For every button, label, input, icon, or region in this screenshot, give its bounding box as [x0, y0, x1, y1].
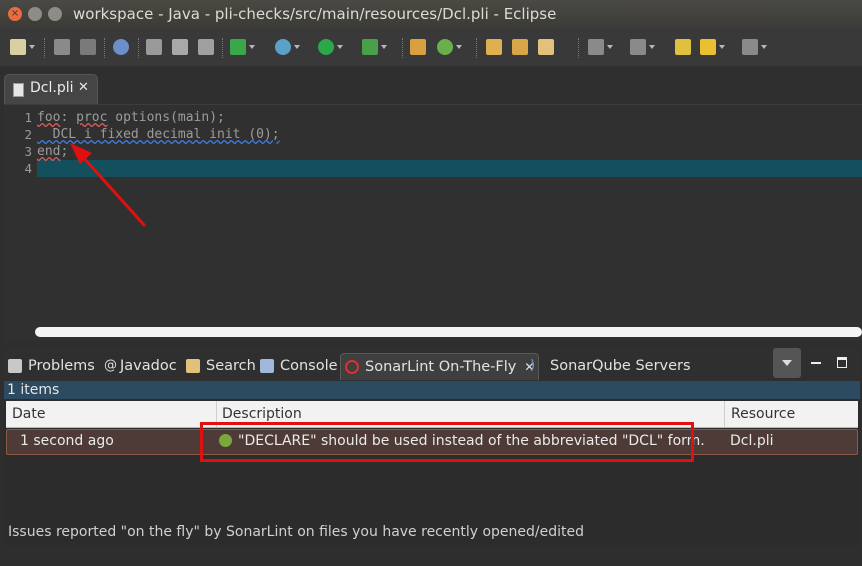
run-icon[interactable] [318, 39, 343, 55]
tab-console[interactable]: Console [260, 353, 338, 379]
code-token: proc [76, 110, 108, 125]
tab-label: Search [206, 358, 256, 374]
new-java-project-icon[interactable] [410, 39, 426, 55]
save-all-icon[interactable] [80, 39, 96, 55]
new-class-icon[interactable] [437, 39, 462, 55]
open-file-icon[interactable] [512, 39, 528, 55]
cell-resource: Dcl.pli [730, 433, 774, 449]
forward-icon[interactable] [742, 39, 767, 55]
cell-date: 1 second ago [20, 433, 114, 449]
line-number-ruler: 1 2 3 4 [4, 109, 34, 177]
main-toolbar [0, 28, 862, 67]
search-toolbar-icon[interactable] [538, 39, 554, 55]
close-icon[interactable]: ✕ [78, 80, 89, 95]
code-area[interactable]: foo: proc options(main); DCL i fixed dec… [37, 109, 862, 177]
last-edit-location-icon[interactable] [675, 39, 691, 55]
chevron-down-icon [782, 360, 792, 371]
items-count-bar: 1 items [4, 381, 860, 399]
editor-tab-strip: Dcl.pli ✕ [0, 66, 862, 105]
maximize-icon [837, 357, 847, 368]
code-line-4[interactable] [37, 160, 862, 177]
maximize-panel-button[interactable] [829, 348, 857, 378]
save-icon[interactable] [54, 39, 70, 55]
window-minimize-button[interactable] [28, 7, 42, 21]
problems-icon [8, 359, 22, 373]
skip-breakpoints-icon[interactable] [113, 39, 129, 55]
back-icon[interactable] [700, 39, 725, 55]
open-type-icon[interactable] [146, 39, 162, 55]
code-token: end [37, 144, 61, 159]
column-header-resource[interactable]: Resource [731, 401, 795, 427]
file-icon [13, 83, 24, 97]
open-task-icon[interactable] [172, 39, 188, 55]
console-icon [260, 359, 274, 373]
new-icon[interactable] [10, 39, 35, 55]
panel-status-text: Issues reported "on the fly" by SonarLin… [8, 524, 585, 540]
view-menu-button[interactable] [773, 348, 801, 378]
column-header-date[interactable]: Date [12, 401, 45, 427]
horizontal-scrollbar[interactable] [35, 327, 862, 337]
column-divider[interactable] [724, 401, 725, 427]
window-title: workspace - Java - pli-checks/src/main/r… [73, 5, 557, 23]
tab-search[interactable]: Search [186, 353, 256, 379]
panel-tab-strip: Problems @ Javadoc Search Console SonarLi… [4, 348, 860, 381]
line-number: 1 [24, 110, 32, 125]
javadoc-icon: @ [104, 358, 117, 373]
open-folder-icon[interactable] [486, 39, 502, 55]
minimize-panel-button[interactable] [803, 348, 831, 378]
tab-sonarlint-on-the-fly[interactable]: SonarLint On-The-Fly ✕ [340, 353, 540, 380]
editor-tab-dcl-pli[interactable]: Dcl.pli ✕ [4, 74, 98, 105]
external-tools-icon[interactable] [362, 39, 387, 55]
code-editor[interactable]: 1 2 3 4 foo: proc options(main); DCL i f… [4, 104, 862, 341]
sonarlint-icon [345, 360, 359, 374]
code-token: ; [60, 144, 69, 159]
editor-tab-label: Dcl.pli [30, 80, 74, 96]
tab-sonarqube-servers[interactable]: ) SonarQube Servers [530, 353, 691, 379]
tab-label: SonarQube Servers [550, 358, 691, 374]
tab-label: SonarLint On-The-Fly [365, 359, 517, 375]
coverage-icon[interactable] [275, 39, 300, 55]
tab-label: Problems [28, 358, 95, 374]
title-bar: × workspace - Java - pli-checks/src/main… [0, 0, 862, 28]
tab-problems[interactable]: Problems [8, 353, 95, 379]
previous-annotation-icon[interactable] [630, 39, 655, 55]
line-number: 2 [24, 127, 32, 142]
sonarqube-icon: ) [530, 358, 536, 373]
debug-icon[interactable] [230, 39, 255, 55]
next-annotation-icon[interactable] [588, 39, 613, 55]
minimize-icon [811, 362, 821, 364]
items-count: 1 items [7, 382, 60, 398]
line-number: 3 [24, 144, 32, 159]
tab-javadoc[interactable]: @ Javadoc [104, 353, 177, 379]
code-token: foo [37, 110, 61, 125]
line-number: 4 [24, 161, 32, 176]
open-resource-icon[interactable] [198, 39, 214, 55]
code-token: options(main); [107, 110, 225, 125]
annotation-highlight-box [200, 422, 694, 462]
search-icon [186, 359, 200, 373]
code-token: : [60, 110, 77, 125]
code-line-2[interactable]: DCL i fixed decimal init (0); [37, 126, 862, 143]
tab-label: Console [280, 358, 338, 374]
tab-label: Javadoc [120, 358, 177, 374]
code-line-1[interactable]: foo: proc options(main); [37, 109, 862, 126]
code-line-3[interactable]: end; [37, 143, 862, 160]
window-maximize-button[interactable] [48, 7, 62, 21]
window-close-button[interactable]: × [8, 7, 22, 21]
